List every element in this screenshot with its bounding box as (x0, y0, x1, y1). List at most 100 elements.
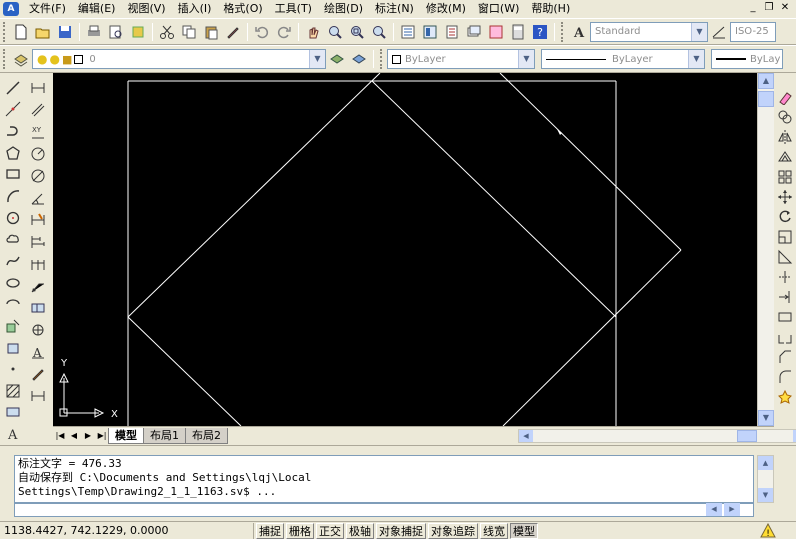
match-properties-icon[interactable] (222, 21, 244, 43)
tool-palettes-icon[interactable] (441, 21, 463, 43)
menu-modify[interactable]: 修改(M) (420, 1, 472, 17)
linear-dimension-icon[interactable] (27, 77, 49, 99)
lineweight-select[interactable]: ByLay (711, 49, 783, 69)
last-tab-icon[interactable]: ▶| (95, 429, 109, 443)
radius-dimension-icon[interactable] (27, 143, 49, 165)
multiline-text-icon[interactable]: A (2, 423, 24, 445)
scroll-left-icon[interactable]: ◀ (519, 430, 533, 442)
redo-icon[interactable] (273, 21, 295, 43)
ellipse-arc-icon[interactable] (2, 293, 24, 315)
horizontal-scrollbar[interactable]: ◀ ▶ (518, 429, 796, 443)
autocad-icon[interactable]: A (3, 2, 19, 16)
array-icon[interactable] (775, 167, 795, 187)
otrack-toggle[interactable]: 对象追踪 (428, 522, 478, 539)
rotate-icon[interactable] (775, 207, 795, 227)
open-file-icon[interactable] (32, 21, 54, 43)
ortho-toggle[interactable]: 正交 (316, 522, 344, 539)
menu-help[interactable]: 帮助(H) (525, 1, 576, 17)
layer-manager-icon[interactable] (10, 48, 32, 70)
chevron-down-icon[interactable]: ▼ (518, 50, 534, 68)
dimension-edit-icon[interactable]: A (27, 341, 49, 363)
make-block-icon[interactable] (2, 337, 24, 359)
move-icon[interactable] (775, 187, 795, 207)
dimension-text-edit-icon[interactable] (27, 363, 49, 385)
ellipse-icon[interactable] (2, 272, 24, 294)
menu-tools[interactable]: 工具(T) (269, 1, 318, 17)
arc-icon[interactable] (2, 185, 24, 207)
text-style-icon[interactable]: A (568, 21, 590, 43)
insert-block-icon[interactable] (2, 315, 24, 337)
menu-insert[interactable]: 插入(I) (172, 1, 218, 17)
menu-window[interactable]: 窗口(W) (472, 1, 525, 17)
scroll-thumb[interactable] (758, 91, 774, 107)
drawing-canvas[interactable]: Y X (53, 73, 757, 426)
ordinate-dimension-icon[interactable]: XY (27, 121, 49, 143)
extend-icon[interactable] (775, 287, 795, 307)
text-style-select[interactable]: Standard ▼ (590, 21, 708, 42)
diameter-dimension-icon[interactable] (27, 165, 49, 187)
scale-icon[interactable] (775, 227, 795, 247)
scroll-up-icon[interactable]: ▲ (758, 73, 774, 89)
toolbar-grip[interactable] (3, 49, 7, 69)
tab-layout2[interactable]: 布局2 (185, 428, 228, 444)
plot-preview-icon[interactable] (105, 21, 127, 43)
region-icon[interactable] (2, 402, 24, 424)
design-center-icon[interactable] (419, 21, 441, 43)
rectangle-icon[interactable] (2, 164, 24, 186)
communication-center-icon[interactable]: ! (760, 523, 776, 539)
menu-view[interactable]: 视图(V) (121, 1, 171, 17)
menu-draw[interactable]: 绘图(D) (318, 1, 369, 17)
coordinate-readout[interactable]: 1138.4427, 742.1229, 0.0000 (0, 522, 254, 539)
polygon-icon[interactable] (2, 142, 24, 164)
command-input[interactable] (14, 503, 754, 517)
cut-icon[interactable] (156, 21, 178, 43)
vertical-scrollbar[interactable]: ▲ ▼ (757, 73, 774, 426)
copy-object-icon[interactable] (775, 107, 795, 127)
chevron-down-icon[interactable]: ▼ (309, 50, 325, 68)
scroll-thumb[interactable] (737, 430, 757, 442)
circle-icon[interactable] (2, 207, 24, 229)
dim-style-select[interactable]: ISO-25 (730, 21, 776, 42)
stretch-icon[interactable] (775, 247, 795, 267)
scroll-down-icon[interactable]: ▼ (758, 488, 773, 502)
command-scrollbar[interactable]: ▲ ▼ (757, 455, 774, 503)
prev-tab-icon[interactable]: ◀ (67, 429, 81, 443)
pan-realtime-icon[interactable] (302, 21, 324, 43)
chevron-down-icon[interactable]: ▼ (691, 22, 707, 41)
model-space-toggle[interactable]: 模型 (510, 522, 538, 539)
menu-format[interactable]: 格式(O) (217, 1, 268, 17)
revision-cloud-icon[interactable] (2, 228, 24, 250)
grid-toggle[interactable]: 栅格 (286, 522, 314, 539)
linetype-select[interactable]: ByLayer ▼ (541, 49, 705, 69)
toolbar-grip[interactable] (561, 21, 565, 42)
chevron-down-icon[interactable]: ▼ (688, 50, 704, 68)
scroll-up-icon[interactable]: ▲ (758, 456, 773, 470)
point-icon[interactable] (2, 358, 24, 380)
hatch-icon[interactable] (2, 380, 24, 402)
line-icon[interactable] (2, 77, 24, 99)
undo-icon[interactable] (251, 21, 273, 43)
first-tab-icon[interactable]: |◀ (53, 429, 67, 443)
new-file-icon[interactable] (10, 21, 32, 43)
baseline-dimension-icon[interactable] (27, 231, 49, 253)
close-icon[interactable]: ✕ (778, 1, 792, 15)
break-icon[interactable] (775, 327, 795, 347)
sheet-set-icon[interactable] (463, 21, 485, 43)
zoom-window-icon[interactable] (346, 21, 368, 43)
erase-icon[interactable] (775, 87, 795, 107)
zoom-previous-icon[interactable] (368, 21, 390, 43)
menu-dimension[interactable]: 标注(N) (369, 1, 420, 17)
chamfer-icon[interactable] (775, 347, 795, 367)
toolbar-grip[interactable] (3, 21, 7, 42)
fillet-icon[interactable] (775, 367, 795, 387)
markup-icon[interactable] (485, 21, 507, 43)
explode-icon[interactable] (775, 387, 795, 407)
snap-toggle[interactable]: 捕捉 (256, 522, 284, 539)
trim-icon[interactable] (775, 267, 795, 287)
calculator-icon[interactable] (507, 21, 529, 43)
publish-icon[interactable] (127, 21, 149, 43)
scroll-right-icon[interactable]: ▶ (724, 503, 740, 516)
quick-dimension-icon[interactable] (27, 209, 49, 231)
continue-dimension-icon[interactable] (27, 253, 49, 275)
command-hscroll[interactable]: ◀ ▶ (706, 503, 756, 517)
